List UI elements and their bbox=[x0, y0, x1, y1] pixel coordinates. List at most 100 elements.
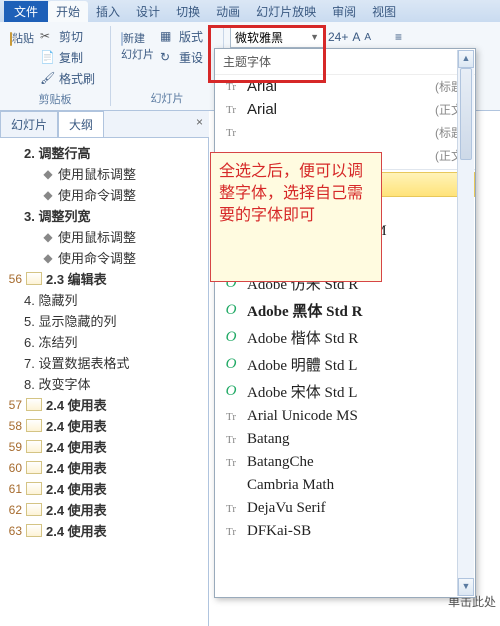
annotation-box-fontpicker bbox=[208, 25, 326, 83]
outline-text: 2.4 使用表 bbox=[46, 500, 107, 519]
format-painter-button[interactable]: 🖌格式刷 bbox=[38, 68, 97, 89]
new-slide-button[interactable]: 新建 幻灯片 bbox=[117, 26, 158, 68]
scroll-up-button[interactable]: ▲ bbox=[458, 50, 474, 68]
font-option[interactable]: O Adobe 明體 Std L bbox=[215, 351, 475, 378]
close-pane-button[interactable]: × bbox=[190, 111, 209, 137]
menu-tab-view[interactable]: 视图 bbox=[364, 1, 404, 22]
font-type-icon: Tr bbox=[223, 104, 239, 116]
copy-icon: 📄 bbox=[40, 50, 56, 66]
menu-tab-transition[interactable]: 切换 bbox=[168, 1, 208, 22]
outline-text: 2.3 编辑表 bbox=[46, 269, 107, 288]
menu-tab-home[interactable]: 开始 bbox=[48, 1, 88, 22]
tab-slides[interactable]: 幻灯片 bbox=[0, 111, 58, 137]
font-option[interactable]: Tr Batang bbox=[215, 428, 475, 451]
font-type-icon: O bbox=[223, 302, 239, 319]
font-type-icon: Tr bbox=[223, 434, 239, 446]
paste-button[interactable]: 粘贴 bbox=[6, 26, 38, 89]
font-name: BatangChe bbox=[247, 454, 314, 471]
menu-tab-review[interactable]: 审阅 bbox=[324, 1, 364, 22]
font-name: Cambria Math bbox=[247, 477, 334, 494]
font-option[interactable]: TrDejaVu Serif bbox=[215, 497, 475, 520]
slide-thumbnail-icon bbox=[26, 272, 42, 285]
slide-number: 62 bbox=[6, 503, 22, 517]
layout-icon: ▦ bbox=[160, 29, 176, 45]
slide-thumbnail-icon bbox=[26, 524, 42, 537]
slide-thumbnail-icon bbox=[26, 482, 42, 495]
outline-text: 7. 设置数据表格式 bbox=[24, 353, 129, 372]
font-type-icon: Tr bbox=[223, 411, 239, 423]
menu-tab-insert[interactable]: 插入 bbox=[88, 1, 128, 22]
outline-item[interactable]: 5. 显示隐藏的列 bbox=[0, 310, 208, 331]
outline-item[interactable]: 6. 冻结列 bbox=[0, 331, 208, 352]
font-type-icon: Tr bbox=[223, 457, 239, 469]
font-name: Adobe 宋体 Std L bbox=[247, 381, 357, 402]
font-type-icon: O bbox=[223, 329, 239, 346]
slide-thumbnail-icon bbox=[26, 398, 42, 411]
outline-item[interactable]: 592.4 使用表 bbox=[0, 436, 208, 457]
outline-item[interactable]: ◆使用鼠标调整 bbox=[0, 163, 208, 184]
outline-item[interactable]: 612.4 使用表 bbox=[0, 478, 208, 499]
layout-button[interactable]: ▦版式 bbox=[158, 26, 205, 47]
outline-text: 2. 调整行高 bbox=[24, 143, 90, 162]
menu-file[interactable]: 文件 bbox=[4, 1, 48, 22]
menu-tab-slideshow[interactable]: 幻灯片放映 bbox=[248, 1, 324, 22]
clipboard-group-label: 剪贴板 bbox=[6, 89, 104, 107]
font-type-icon: O bbox=[223, 356, 239, 373]
outline-item[interactable]: ◆使用命令调整 bbox=[0, 247, 208, 268]
font-option[interactable]: O Adobe 楷体 Std R bbox=[215, 324, 475, 351]
outline-text: 6. 冻结列 bbox=[24, 332, 77, 351]
font-shrink-icon[interactable]: A bbox=[364, 32, 371, 43]
font-option[interactable]: TrArial(正文) bbox=[215, 98, 475, 121]
font-name: Arial bbox=[247, 101, 277, 118]
font-type-icon: O bbox=[223, 383, 239, 400]
list-icon[interactable]: ≡ bbox=[395, 30, 402, 44]
font-option[interactable]: Cambria Math bbox=[215, 474, 475, 497]
scroll-down-button[interactable]: ▼ bbox=[458, 578, 474, 596]
outline-item[interactable]: 3. 调整列宽 bbox=[0, 205, 208, 226]
outline-text: 使用命令调整 bbox=[58, 185, 136, 204]
scroll-thumb[interactable] bbox=[460, 68, 472, 160]
outline-text: 2.4 使用表 bbox=[46, 521, 107, 540]
font-size-field[interactable]: 24+ bbox=[328, 30, 348, 44]
outline-item[interactable]: 2. 调整行高 bbox=[0, 142, 208, 163]
outline-text: 使用鼠标调整 bbox=[58, 227, 136, 246]
tab-outline[interactable]: 大纲 bbox=[58, 111, 104, 137]
font-option[interactable]: TrDFKai-SB bbox=[215, 520, 475, 543]
font-grow-icon[interactable]: A bbox=[352, 30, 360, 44]
cut-button[interactable]: ✂剪切 bbox=[38, 26, 97, 47]
outline-item[interactable]: 582.4 使用表 bbox=[0, 415, 208, 436]
font-name: Arial Unicode MS bbox=[247, 408, 358, 425]
outline-item[interactable]: 572.4 使用表 bbox=[0, 394, 208, 415]
paste-icon bbox=[10, 32, 12, 46]
font-option[interactable]: OAdobe 黑体 Std R bbox=[215, 297, 475, 324]
menu-tab-animation[interactable]: 动画 bbox=[208, 1, 248, 22]
outline-item[interactable]: 60 2.4 使用表 bbox=[0, 457, 208, 478]
slide-number: 60 bbox=[6, 461, 22, 475]
font-option[interactable]: Tr Arial Unicode MS bbox=[215, 405, 475, 428]
scissors-icon: ✂ bbox=[40, 29, 56, 45]
outline-item[interactable]: 62 2.4 使用表 bbox=[0, 499, 208, 520]
outline-item[interactable]: 562.3 编辑表 bbox=[0, 268, 208, 289]
outline-item[interactable]: ◆使用鼠标调整 bbox=[0, 226, 208, 247]
outline-text: 2.4 使用表 bbox=[46, 437, 107, 456]
outline-item[interactable]: ◆使用命令调整 bbox=[0, 184, 208, 205]
font-option[interactable]: O Adobe 宋体 Std L bbox=[215, 378, 475, 405]
slide-number: 57 bbox=[6, 398, 22, 412]
menu-tab-design[interactable]: 设计 bbox=[128, 1, 168, 22]
outline-text: 2.4 使用表 bbox=[46, 458, 107, 477]
outline-text: 5. 显示隐藏的列 bbox=[24, 311, 116, 330]
font-name: Adobe 明體 Std L bbox=[247, 354, 357, 375]
reset-button[interactable]: ↻重设 bbox=[158, 47, 205, 68]
outline-item[interactable]: 4. 隐藏列 bbox=[0, 289, 208, 310]
slide-thumbnail-icon bbox=[26, 419, 42, 432]
font-name: Adobe 楷体 Std R bbox=[247, 327, 358, 348]
font-option[interactable]: Tr(标题) bbox=[215, 121, 475, 144]
outline-item[interactable]: 8. 改变字体 bbox=[0, 373, 208, 394]
copy-button[interactable]: 📄复制 bbox=[38, 47, 97, 68]
outline-item[interactable]: 7. 设置数据表格式 bbox=[0, 352, 208, 373]
font-list-scrollbar[interactable]: ▲ ▼ bbox=[457, 50, 474, 596]
outline-item[interactable]: 63 2.4 使用表 bbox=[0, 520, 208, 541]
slide-number: 63 bbox=[6, 524, 22, 538]
font-name: Batang bbox=[247, 431, 290, 448]
font-option[interactable]: Tr BatangChe bbox=[215, 451, 475, 474]
